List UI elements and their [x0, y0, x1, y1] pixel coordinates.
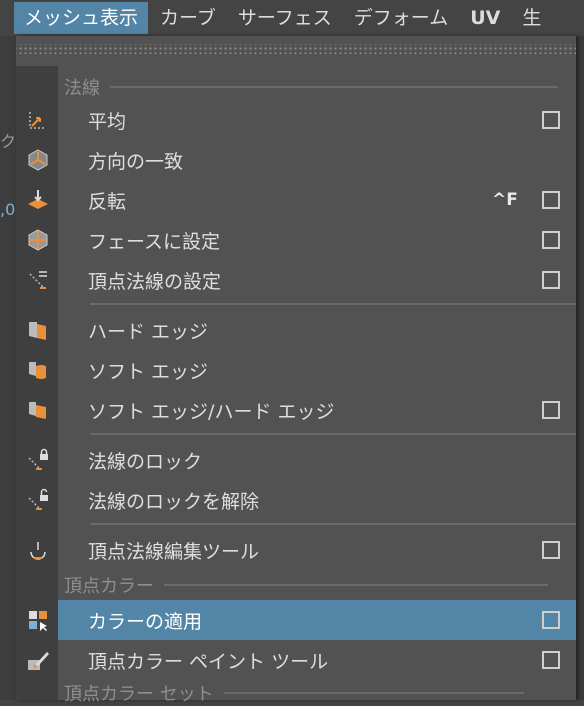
menu-item-vertex-normal-edit-tool[interactable]: 頂点法線編集ツール — [16, 530, 576, 570]
menu-separator — [90, 303, 576, 305]
menu-item-set-to-face[interactable]: フェースに設定 — [16, 220, 576, 260]
background-text-fragment: ク — [0, 132, 17, 151]
menu-item-reverse[interactable]: 反転 ^F — [16, 180, 576, 220]
menu-item-label: 頂点カラー ペイント ツール — [88, 650, 329, 673]
option-box[interactable] — [542, 271, 560, 289]
menu-item-label: 反転 — [88, 190, 127, 213]
background-value-fragment: ,0 — [0, 200, 16, 219]
keyboard-shortcut: ^F — [492, 190, 518, 210]
menu-mesh-display[interactable]: メッシュ表示 — [14, 2, 149, 34]
section-vertex-color: 頂点カラー — [64, 572, 548, 598]
menu-item-label: 頂点法線編集ツール — [88, 540, 260, 563]
menu-item-paint-vertex-color-tool[interactable]: 頂点カラー ペイント ツール — [16, 640, 576, 680]
menu-item-average[interactable]: 平均 — [16, 100, 576, 140]
background-panel-right — [576, 36, 584, 700]
option-box[interactable] — [542, 191, 560, 209]
menu-item-hard-edge[interactable]: ハード エッジ — [16, 310, 576, 350]
menu-separator — [90, 433, 576, 435]
menu-surface[interactable]: サーフェス — [228, 2, 342, 34]
menu-item-lock-normals[interactable]: 法線のロック — [16, 440, 576, 480]
soft-edge-icon — [24, 356, 52, 384]
soft-hard-edge-icon — [24, 396, 52, 424]
section-vertex-color-set-label: 頂点カラー セット — [64, 684, 214, 705]
hard-edge-icon — [24, 316, 52, 344]
menu-item-set-vertex-normal[interactable]: 頂点法線の設定 — [16, 260, 576, 300]
reverse-normals-icon — [24, 186, 52, 214]
menu-item-soft-hard-edge[interactable]: ソフト エッジ/ハード エッジ — [16, 390, 576, 430]
menu-curve[interactable]: カーブ — [150, 2, 226, 34]
menu-item-conform[interactable]: 方向の一致 — [16, 140, 576, 180]
menu-item-apply-color[interactable]: カラーの適用 — [58, 600, 576, 640]
lock-normals-icon — [24, 446, 52, 474]
option-box[interactable] — [542, 401, 560, 419]
vertex-normal-edit-tool-icon — [24, 536, 52, 564]
conform-cube-icon — [24, 146, 52, 174]
section-divider — [164, 584, 548, 586]
menu-item-label: フェースに設定 — [88, 230, 221, 253]
menu-item-soft-edge[interactable]: ソフト エッジ — [16, 350, 576, 390]
menu-separator — [90, 523, 576, 525]
section-vertex-color-set: 頂点カラー セット — [64, 680, 524, 706]
section-vertex-color-label: 頂点カラー — [64, 576, 154, 597]
menu-item-label: 法線のロック — [88, 450, 203, 473]
unlock-normals-icon — [24, 486, 52, 514]
option-box[interactable] — [542, 541, 560, 559]
menu-item-label: 方向の一致 — [88, 150, 184, 173]
apply-color-icon-cell — [16, 600, 58, 640]
mesh-display-dropdown: 法線 平均 方向の一致 反転 ^F フェースに設定 頂点法線の設定 ハード エッ… — [16, 36, 576, 705]
menu-item-label: 平均 — [88, 110, 127, 133]
section-normals-label: 法線 — [64, 78, 100, 99]
paint-brush-icon — [24, 646, 52, 674]
section-divider — [110, 86, 558, 88]
menu-item-label: ソフト エッジ/ハード エッジ — [88, 400, 335, 423]
tear-off-handle[interactable] — [16, 44, 576, 54]
menu-uv[interactable]: UV — [460, 2, 510, 34]
section-divider — [223, 692, 524, 694]
menu-bar: メッシュ表示 カーブ サーフェス デフォーム UV 生 — [0, 0, 584, 36]
average-normals-icon — [24, 106, 52, 134]
option-box[interactable] — [542, 651, 560, 669]
menu-generate[interactable]: 生 — [512, 2, 551, 34]
menu-item-label: ソフト エッジ — [88, 360, 209, 383]
menu-item-unlock-normals[interactable]: 法線のロックを解除 — [16, 480, 576, 520]
menu-item-label: 法線のロックを解除 — [88, 490, 260, 513]
apply-color-icon — [24, 606, 52, 634]
menu-deform[interactable]: デフォーム — [344, 2, 458, 34]
set-vertex-normal-icon — [24, 266, 52, 294]
set-to-face-icon — [24, 226, 52, 254]
menu-item-label: 頂点法線の設定 — [88, 270, 222, 293]
option-box[interactable] — [542, 231, 560, 249]
option-box[interactable] — [542, 611, 560, 629]
menu-item-label: ハード エッジ — [88, 320, 209, 343]
menu-item-label: カラーの適用 — [88, 610, 203, 633]
option-box[interactable] — [542, 111, 560, 129]
section-normals: 法線 — [64, 74, 558, 100]
